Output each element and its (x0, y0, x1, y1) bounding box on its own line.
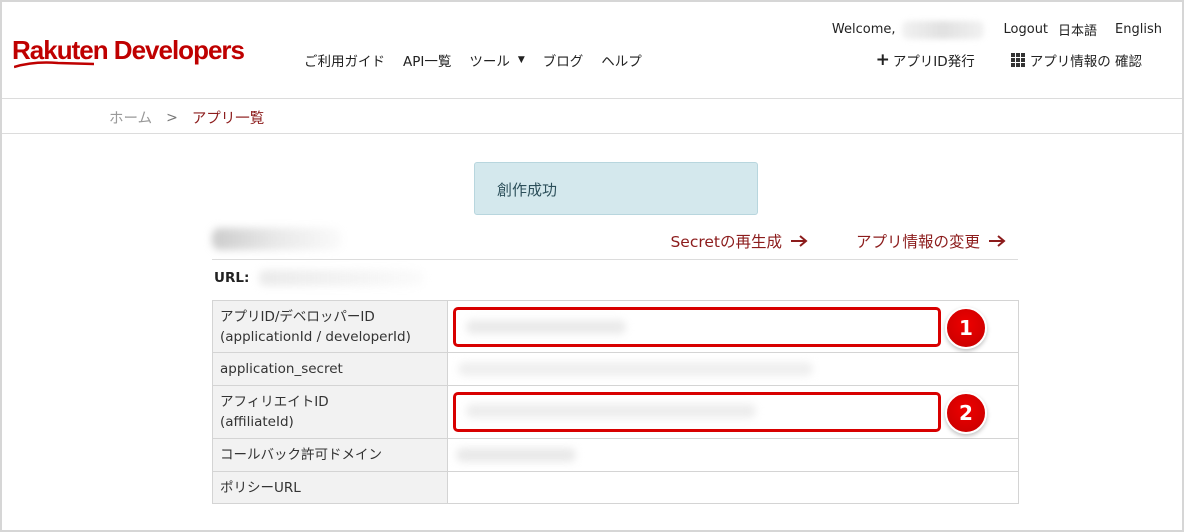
row-label: アプリID/デベロッパーID (applicationId / develope… (212, 300, 448, 353)
affiliate-id-value[interactable]: 2 (447, 385, 1019, 439)
caret-down-icon: ▼ (517, 55, 525, 65)
redacted-value (458, 362, 813, 376)
breadcrumb-home-link[interactable]: ホーム (109, 107, 152, 128)
table-row: コールバック許可ドメイン (212, 438, 1019, 472)
nav-item-guide[interactable]: ご利用ガイド (304, 50, 385, 70)
main-nav: ご利用ガイド API一覧 ツール ▼ ブログ ヘルプ (304, 50, 660, 70)
arrow-right-icon (989, 235, 1006, 247)
table-row: ポリシーURL (212, 471, 1019, 504)
callout-badge-1: 1 (945, 307, 987, 349)
welcome-text: Welcome, (831, 22, 896, 37)
nav-item-help[interactable]: ヘルプ (601, 50, 642, 70)
table-row: application_secret (212, 352, 1019, 386)
callback-domain-value[interactable] (447, 438, 1019, 472)
application-id-value[interactable]: 1 (447, 300, 1019, 353)
user-name-redacted (901, 20, 984, 39)
row-label: アフィリエイトID (affiliateId) (212, 385, 448, 439)
nav-item-api-list[interactable]: API一覧 (403, 50, 451, 70)
success-alert: 創作成功 (474, 162, 758, 215)
redacted-value (466, 404, 756, 418)
url-label: URL: (214, 270, 250, 286)
arrow-right-icon (790, 235, 808, 247)
regenerate-secret-link[interactable]: Secretの再生成 (670, 230, 808, 252)
logo-swoosh-icon (14, 61, 94, 69)
nav-item-tools[interactable]: ツール ▼ (469, 50, 524, 70)
check-app-info-button[interactable]: アプリ情報の 確認 (1010, 50, 1142, 70)
issue-app-id-button[interactable]: + アプリID発行 (875, 50, 975, 71)
callout-badge-2: 2 (945, 392, 987, 434)
row-label: ポリシーURL (212, 471, 448, 504)
redacted-value (456, 448, 576, 462)
header-actions: + アプリID発行 アプリ情報の 確認 (840, 50, 1142, 71)
edit-app-info-link[interactable]: アプリ情報の変更 (856, 230, 1006, 252)
row-label: application_secret (212, 352, 448, 386)
policy-url-value[interactable] (447, 471, 1019, 504)
app-heading: Secretの再生成 アプリ情報の変更 (212, 222, 1018, 260)
breadcrumb-current: アプリ一覧 (191, 111, 265, 127)
table-row: アフィリエイトID (affiliateId) 2 (212, 385, 1019, 439)
breadcrumb-separator-icon: > (166, 109, 178, 126)
app-name-redacted (212, 228, 342, 250)
language-japanese-link[interactable]: 日本語 (1058, 20, 1097, 39)
highlight-box (453, 307, 941, 347)
highlight-box (453, 392, 941, 432)
breadcrumb: ホーム > アプリ一覧 (2, 100, 1182, 134)
row-label: コールバック許可ドメイン (212, 438, 448, 472)
language-english-link[interactable]: English (1115, 22, 1162, 37)
table-row: アプリID/デベロッパーID (applicationId / develope… (212, 300, 1019, 353)
plus-icon: + (875, 50, 890, 70)
app-url-row: URL: (214, 270, 425, 286)
user-bar: Welcome, Logout 日本語 English (832, 20, 1162, 39)
page-frame: Rakuten Developers ご利用ガイド API一覧 ツール ▼ ブログ… (0, 0, 1184, 532)
url-value-redacted (259, 270, 425, 286)
application-secret-value[interactable] (447, 352, 1019, 386)
grid-icon (1010, 53, 1025, 67)
app-info-table: アプリID/デベロッパーID (applicationId / develope… (212, 300, 1019, 504)
nav-item-blog[interactable]: ブログ (543, 50, 584, 70)
logout-link[interactable]: Logout (1004, 22, 1049, 37)
redacted-value (466, 320, 626, 334)
site-header: Rakuten Developers ご利用ガイド API一覧 ツール ▼ ブログ… (2, 2, 1182, 99)
